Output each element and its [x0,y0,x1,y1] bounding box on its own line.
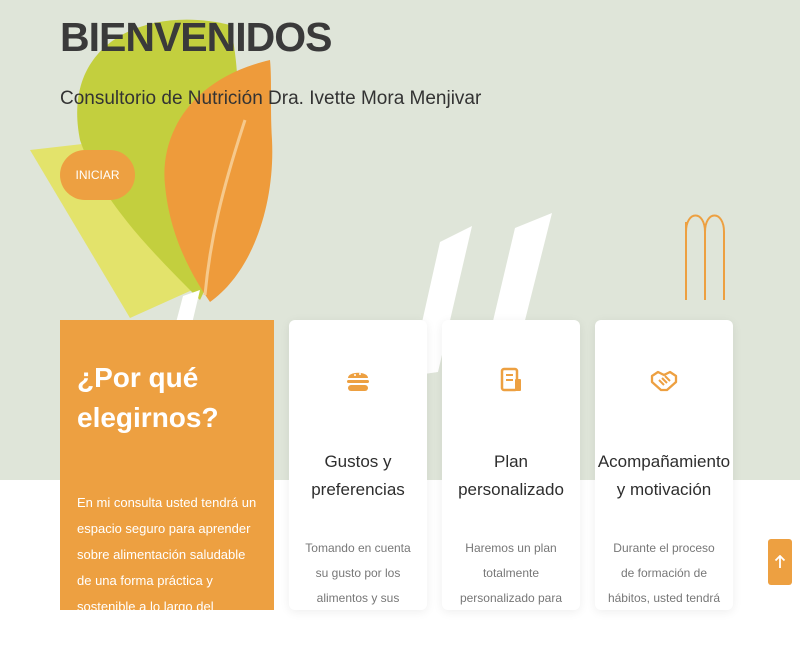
feature-title: Plan personalizado [458,452,564,499]
iniciar-button[interactable]: INICIAR [60,150,135,200]
m-monogram-icon [685,214,725,300]
why-us-title: ¿Por qué elegirnos? [77,362,219,433]
hero-subtitle: Consultorio de Nutrición Dra. Ivette Mor… [60,88,482,109]
feature-title: Acompañamiento y motivación [597,452,731,499]
burger-icon [347,372,369,391]
feature-title: Gustos y preferencias [311,452,405,499]
feature-card-gustos: Gustos y preferencias Tomando en cuenta … [289,320,427,610]
feature-text: Durante el proceso de formación de hábit… [607,541,721,605]
feature-text: Haremos un plan totalmente personalizado… [459,541,563,605]
scroll-to-top-button[interactable] [768,539,792,585]
why-us-card: ¿Por qué elegirnos? En mi consulta usted… [60,320,274,666]
why-us-text: En mi consulta usted tendrá un espacio s… [77,495,257,666]
plan-document-icon [500,367,521,392]
feature-card-plan: Plan personalizado Haremos un plan total… [442,320,580,610]
hero-title: BIENVENIDOS [60,14,332,60]
handshake-icon [650,370,678,392]
feature-card-acompanamiento: Acompañamiento y motivación Durante el p… [595,320,733,610]
arrow-up-icon [774,555,786,568]
feature-text: Tomando en cuenta su gusto por los alime… [305,541,411,605]
